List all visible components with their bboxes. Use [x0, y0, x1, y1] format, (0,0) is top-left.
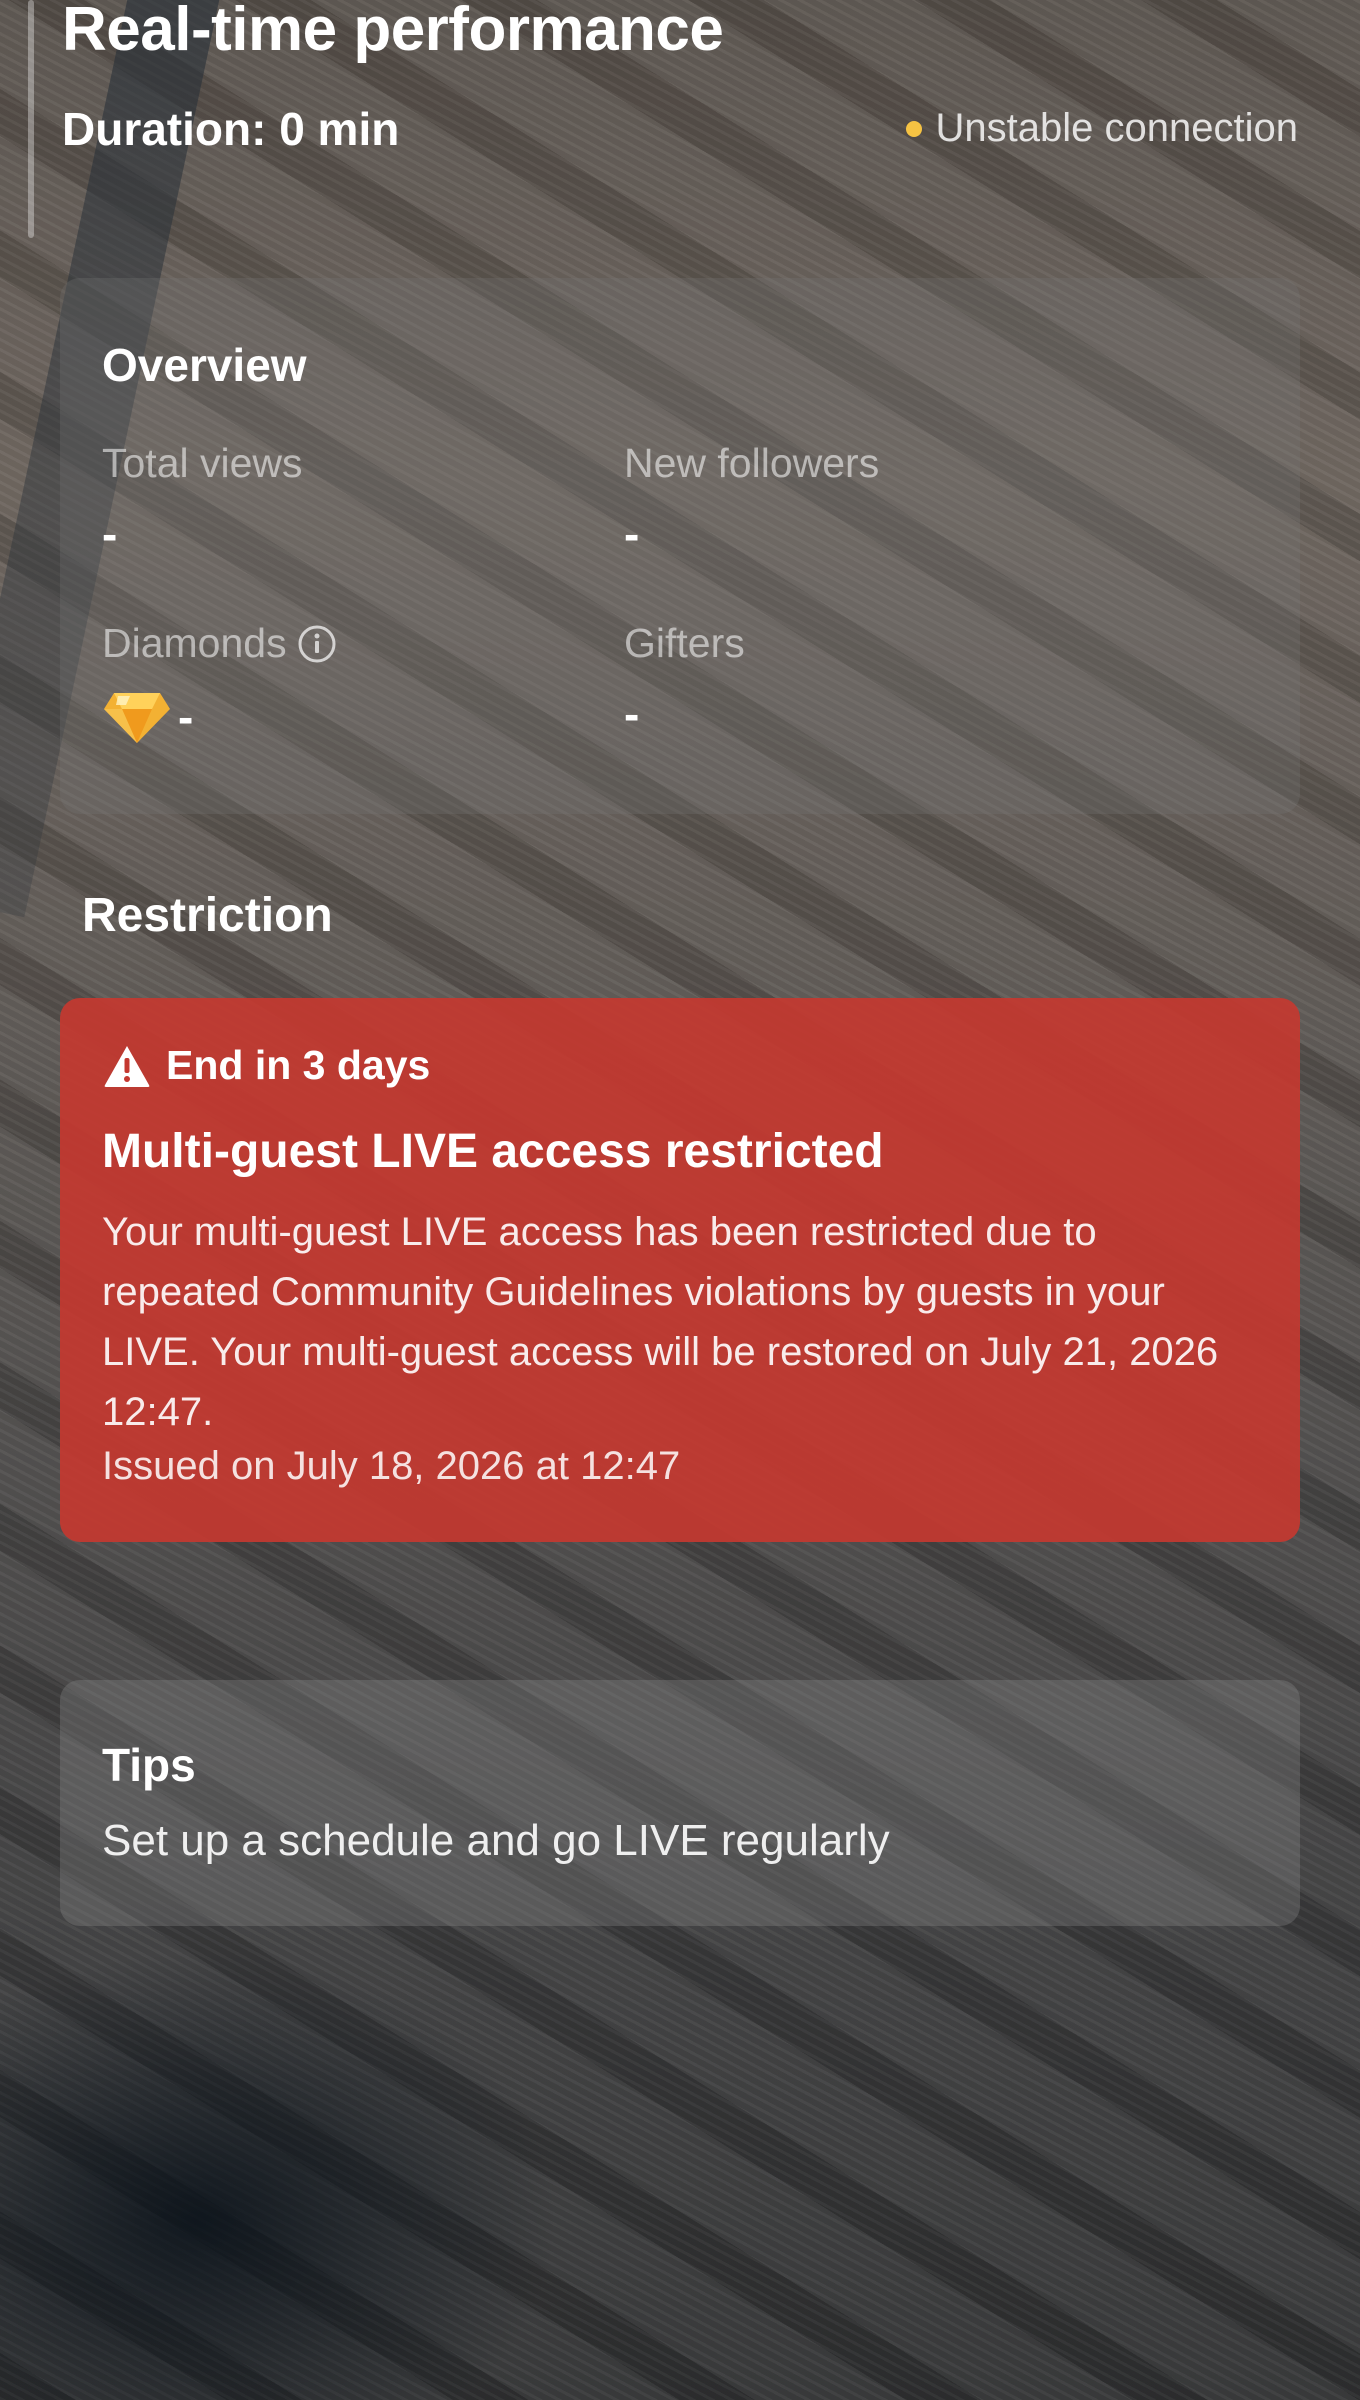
- scroll-indicator[interactable]: [28, 0, 34, 238]
- metric-label: Total views: [102, 440, 303, 486]
- connection-status-label: Unstable connection: [935, 106, 1298, 150]
- connection-status: Unstable connection: [905, 106, 1298, 151]
- restriction-issued-date: Issued on July 18, 2026 at 12:47: [102, 1444, 681, 1488]
- background-shadow: [0, 1950, 560, 2400]
- restriction-description: Your multi-guest LIVE access has been re…: [102, 1210, 1219, 1434]
- restriction-section-title: Restriction: [82, 889, 333, 942]
- metric-gifters: Gifters -: [624, 620, 1124, 741]
- metric-label: Gifters: [624, 620, 745, 666]
- metric-value-text: -: [102, 508, 118, 560]
- tips-heading: Tips: [102, 1739, 196, 1791]
- metric-new-followers: New followers -: [624, 440, 1124, 561]
- metric-value-text: -: [624, 688, 640, 740]
- metric-diamonds: Diamonds -: [102, 620, 602, 747]
- duration-text: Duration: 0 min: [62, 103, 400, 155]
- metric-value: -: [624, 687, 1124, 741]
- metric-value-text: -: [624, 508, 640, 560]
- restriction-badge-text: End in 3 days: [166, 1042, 431, 1088]
- page-title: Real-time performance: [62, 0, 724, 64]
- overview-card: Overview Total views - New followers - D…: [60, 278, 1300, 814]
- metric-label: New followers: [624, 440, 880, 486]
- metric-value: -: [102, 687, 602, 747]
- restriction-badge: End in 3 days: [102, 1042, 430, 1089]
- tips-text: Set up a schedule and go LIVE regularly: [102, 1816, 890, 1865]
- overview-heading: Overview: [102, 339, 307, 391]
- status-dot-icon: [905, 120, 922, 137]
- metric-total-views: Total views -: [102, 440, 602, 561]
- diamond-icon: [102, 687, 172, 747]
- metric-label: Diamonds: [102, 620, 287, 666]
- restriction-title: Multi-guest LIVE access restricted: [102, 1125, 884, 1178]
- metric-value: -: [624, 507, 1124, 561]
- metric-value-text: -: [178, 691, 194, 743]
- tips-card[interactable]: Tips Set up a schedule and go LIVE regul…: [60, 1680, 1300, 1926]
- restriction-card[interactable]: End in 3 days Multi-guest LIVE access re…: [60, 998, 1300, 1542]
- metric-label-row: Diamonds: [102, 620, 602, 667]
- info-icon[interactable]: [297, 624, 337, 664]
- warning-icon: [102, 1043, 152, 1089]
- metric-value: -: [102, 507, 602, 561]
